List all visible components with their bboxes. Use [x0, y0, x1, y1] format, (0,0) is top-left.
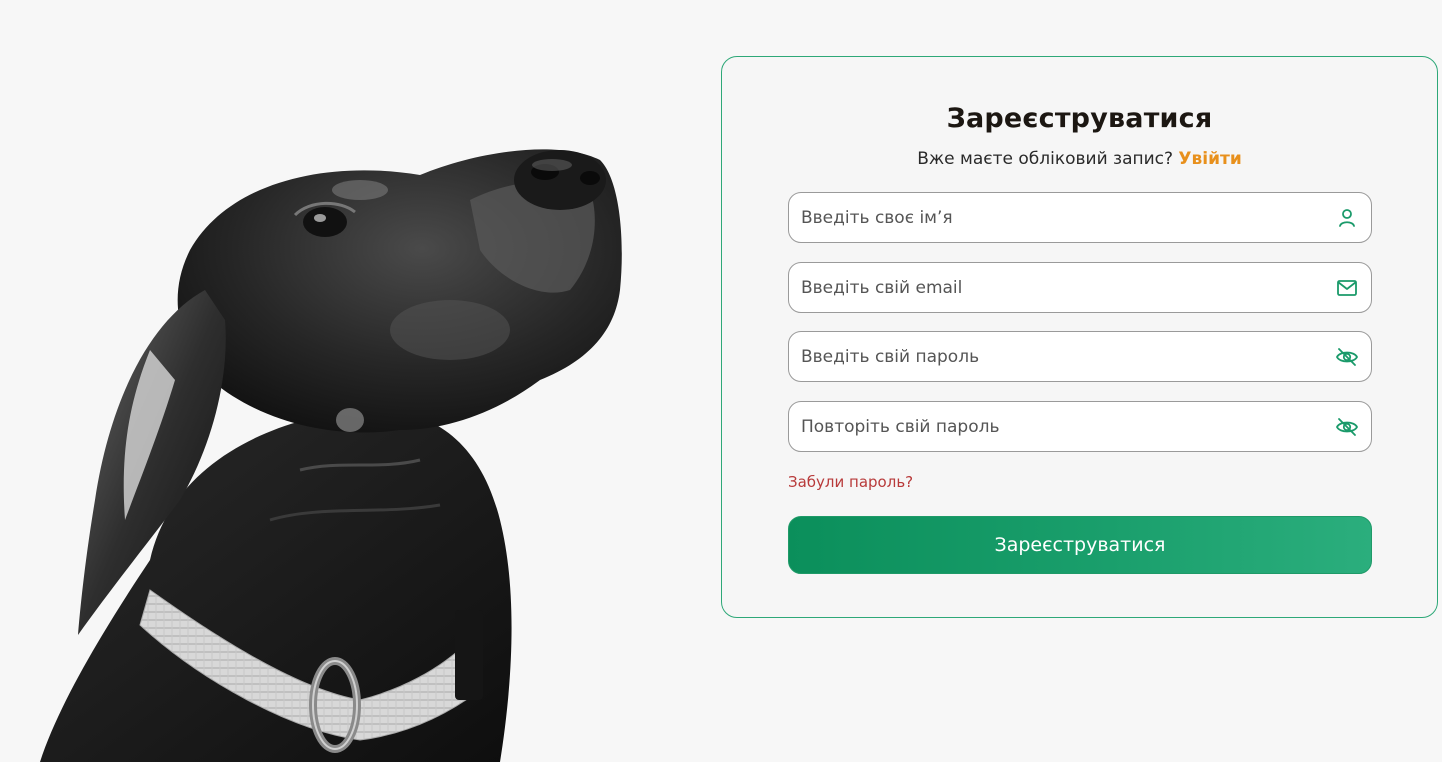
- password-repeat-input[interactable]: [801, 402, 1321, 451]
- registration-page: Зареєструватися Вже маєте обліковий запи…: [0, 0, 1442, 762]
- eye-off-icon[interactable]: [1335, 415, 1359, 439]
- password-field: [788, 331, 1372, 382]
- email-input[interactable]: [801, 263, 1321, 312]
- password-input[interactable]: [801, 332, 1321, 381]
- dog-eye: [303, 207, 347, 237]
- hero-dog-image: [0, 0, 700, 762]
- register-button[interactable]: Зареєструватися: [788, 516, 1372, 574]
- password-repeat-field: [788, 401, 1372, 452]
- user-icon: [1335, 206, 1359, 230]
- forgot-password-link[interactable]: Забули пароль?: [788, 473, 913, 491]
- login-prompt-text: Вже маєте обліковий запис?: [917, 149, 1179, 169]
- name-field: [788, 192, 1372, 243]
- page-title: Зареєструватися: [946, 103, 1213, 134]
- mail-icon: [1335, 276, 1359, 300]
- eye-off-icon[interactable]: [1335, 345, 1359, 369]
- login-prompt: Вже маєте обліковий запис? Увійти: [722, 149, 1437, 169]
- registration-card: Зареєструватися Вже маєте обліковий запи…: [721, 56, 1438, 618]
- name-input[interactable]: [801, 193, 1321, 242]
- login-link[interactable]: Увійти: [1178, 149, 1241, 169]
- email-field: [788, 262, 1372, 313]
